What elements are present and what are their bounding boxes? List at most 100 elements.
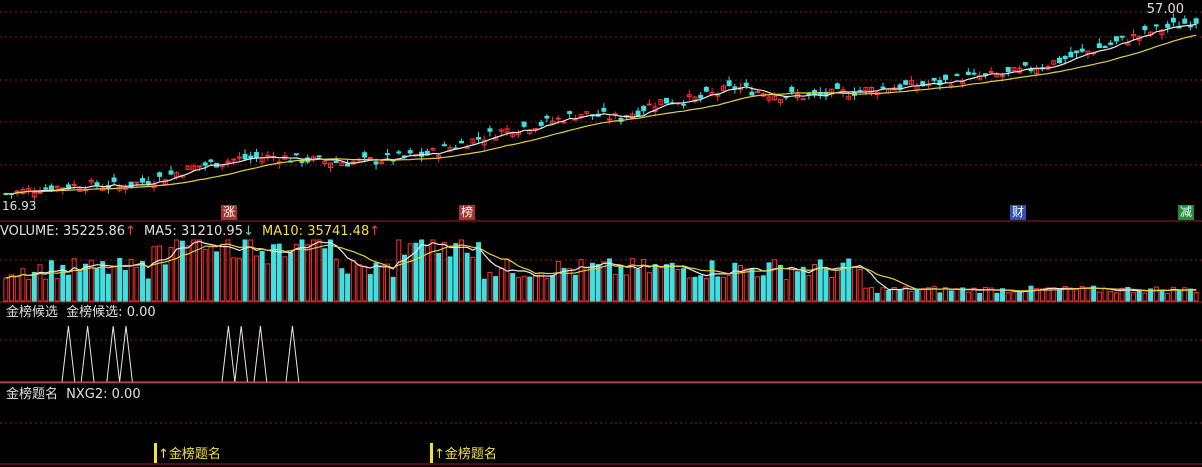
volume-bar — [1017, 292, 1023, 302]
volume-bar — [470, 256, 476, 302]
candle-body — [43, 187, 49, 190]
volume-bar — [333, 258, 339, 302]
candle-body — [703, 86, 709, 92]
candle-body — [544, 115, 550, 119]
ma5-label: MA5: — [144, 224, 177, 239]
candle-body — [1096, 43, 1102, 49]
candle-body — [458, 140, 464, 144]
volume-bar — [145, 278, 151, 302]
volume-bar — [345, 273, 351, 302]
volume-bar — [572, 274, 578, 302]
volume-bar — [202, 249, 208, 302]
price-high-label: 57.00 — [1146, 2, 1184, 17]
candle-body — [1102, 45, 1108, 48]
volume-bar — [367, 274, 373, 302]
volume-bar — [1113, 292, 1119, 302]
candle-body — [299, 160, 305, 164]
volume-bar — [1136, 290, 1142, 302]
volume-bar — [510, 273, 516, 302]
volume-bar — [498, 267, 504, 302]
candle-body — [407, 150, 413, 154]
candle-body — [1119, 35, 1125, 38]
volume-bar — [436, 252, 442, 302]
volume-bar — [481, 278, 487, 302]
volume-bar — [977, 292, 983, 302]
volume-bar — [1068, 288, 1074, 302]
gold-signal-1[interactable]: ↑金榜题名 — [158, 447, 221, 463]
volume-bar — [1108, 291, 1114, 302]
candle-body — [664, 97, 669, 104]
volume-bar — [225, 239, 231, 302]
candle-body — [71, 183, 77, 186]
marker-bang[interactable]: 榜 — [459, 205, 476, 220]
candle-body — [567, 111, 573, 114]
volume-bar — [493, 276, 499, 302]
volume-bar — [664, 264, 669, 302]
volume-bar — [94, 267, 100, 302]
volume-bar — [316, 239, 322, 302]
candle-body — [1022, 62, 1028, 66]
volume-bar — [1193, 292, 1199, 302]
candle-body — [231, 158, 237, 161]
volume-bar — [1074, 288, 1080, 302]
volume-bar — [533, 275, 538, 302]
volume-bar — [208, 246, 214, 302]
gold-header: 金榜题名 NXG2: 0.00 — [6, 387, 141, 403]
volume-bar — [595, 264, 601, 302]
candle-body — [293, 153, 299, 156]
volume-bar — [806, 275, 812, 302]
volume-bar — [1153, 286, 1159, 302]
volume-bar — [658, 267, 664, 302]
candle-body — [345, 163, 351, 167]
candle-body — [538, 121, 544, 126]
candle-body — [1028, 68, 1034, 72]
candle-body — [698, 94, 704, 99]
gold-title: 金榜题名 — [6, 387, 59, 402]
volume-bar — [327, 239, 333, 302]
volume-bar — [749, 268, 755, 302]
candle-body — [1113, 36, 1119, 42]
volume-bar — [77, 271, 83, 302]
candidate-series-value: 0.00 — [126, 305, 156, 320]
gold-signal-2[interactable]: ↑金榜题名 — [434, 447, 497, 463]
volume-bar — [9, 274, 15, 302]
volume-bar — [601, 261, 607, 302]
candle-body — [943, 74, 949, 80]
candle-body — [601, 107, 607, 112]
volume-bar — [886, 289, 892, 302]
volume-name: VOLUME — [0, 224, 55, 239]
candle-body — [1182, 18, 1188, 24]
volume-bar — [755, 276, 761, 302]
candle-body — [1062, 56, 1068, 60]
marker-zhang[interactable]: 涨 — [221, 205, 238, 220]
volume-bar — [1187, 288, 1193, 302]
marker-cai[interactable]: 财 — [1010, 205, 1027, 220]
gold-signal-tick — [430, 443, 433, 463]
volume-bar — [48, 260, 54, 302]
volume-bar — [897, 288, 903, 302]
candle-body — [681, 103, 687, 106]
volume-bar — [1142, 292, 1148, 302]
ma10-label: MA10: — [262, 224, 304, 239]
volume-bar — [390, 276, 396, 302]
volume-bar — [1096, 291, 1102, 302]
candle-body — [367, 156, 373, 159]
volume-bar — [293, 243, 299, 302]
volume-bar — [1085, 287, 1091, 302]
marker-jian[interactable]: 减 — [1178, 205, 1195, 220]
candle-body — [1005, 66, 1011, 73]
candle-body — [749, 91, 755, 96]
volume-bar — [219, 243, 225, 302]
volume-bar — [578, 259, 584, 302]
volume-bar — [612, 273, 618, 302]
volume-bar — [715, 276, 721, 302]
volume-bar — [288, 252, 294, 302]
volume-bar — [476, 242, 482, 302]
volume-bar — [857, 268, 863, 302]
volume-bar — [14, 275, 20, 302]
candle-body — [1187, 25, 1193, 28]
volume-bar — [686, 277, 692, 302]
volume-bar — [817, 259, 823, 302]
volume-bar — [698, 275, 704, 302]
stock-chart-window: 57.00 16.93 涨 榜 财 减 VOLUME: 35225.86↑ MA… — [0, 0, 1202, 467]
